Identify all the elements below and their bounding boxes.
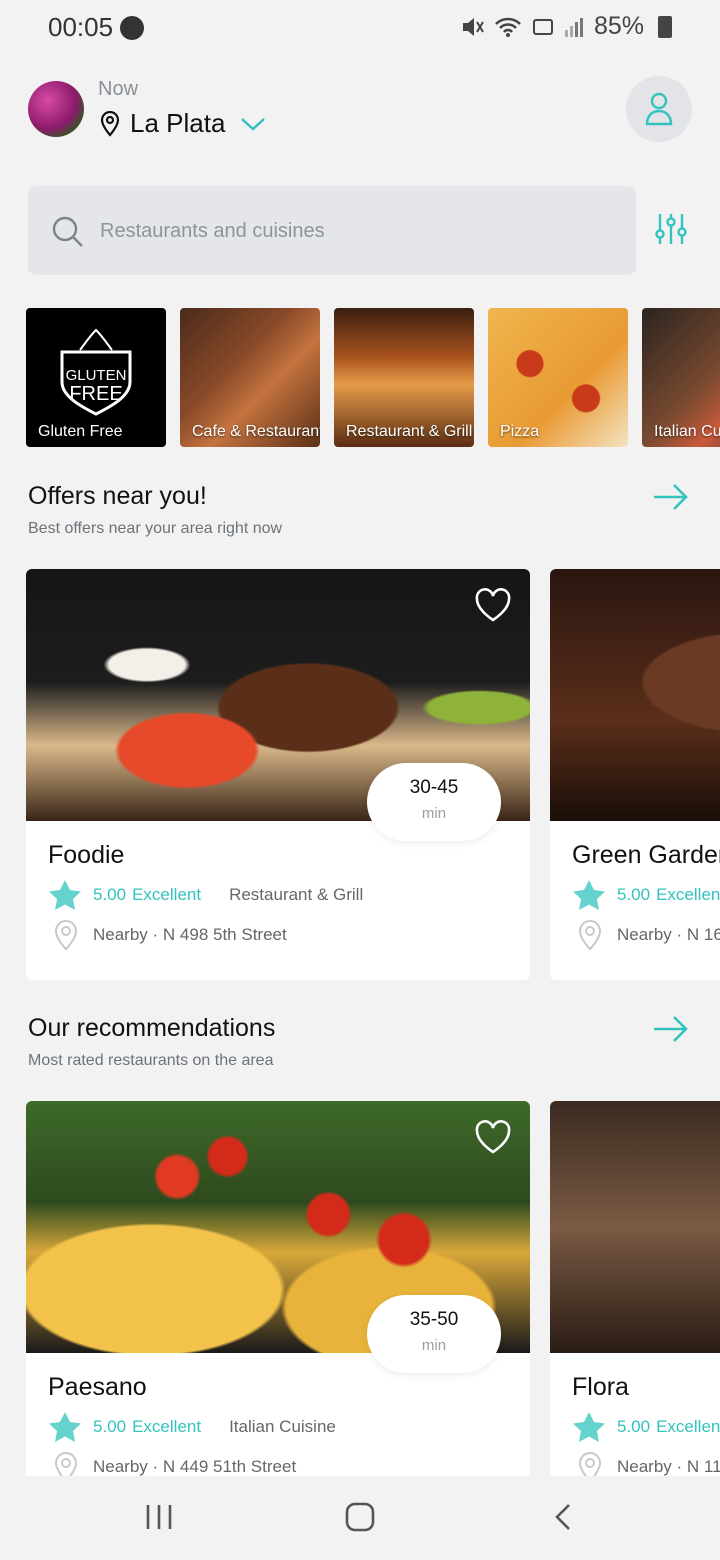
search-icon [52,216,83,247]
profile-button[interactable] [626,76,692,142]
search-input[interactable] [98,208,602,254]
back-icon[interactable] [552,1502,574,1532]
favorite-heart-icon[interactable] [474,1119,512,1155]
rating-value: 5.00 [617,885,651,904]
star-icon [49,880,81,910]
category-restaurant-grill[interactable]: Restaurant & Grill [334,308,474,447]
status-time: 00:05 [48,12,114,42]
rating-row: 5.00 Excellent Italian Cuisine [48,1411,336,1443]
recommendations-see-all-arrow-icon[interactable] [652,1014,690,1044]
category-carousel[interactable]: GLUTEN FREE Gluten Free Cafe & Restauran… [26,308,720,448]
cuisine-type: Italian Cuisine [229,1417,336,1436]
status-icons: 85% [460,12,672,41]
category-label: Cafe & Restaurant [192,423,320,440]
location-selector[interactable]: La Plata [100,108,267,139]
restaurant-name: Green Garden [572,841,720,869]
rating-row: 5.00 Excellent [572,1411,720,1443]
rating-value: 5.00 [93,1417,127,1436]
address-row: Nearby · N 498 5th Street [52,919,287,951]
status-bar: 00:05 85% [0,0,720,56]
restaurant-card[interactable]: Green Garden 5.00 Excellent Nearby · N 1… [550,569,720,980]
restaurant-image [550,1101,720,1353]
rating-label: Excellent [656,1417,720,1436]
mute-icon [462,17,484,36]
restaurant-card[interactable]: 35-50 min Paesano 5.00 Excellent Italian… [26,1101,530,1476]
location-pin-icon [578,1451,602,1476]
location-label: Now [98,78,139,100]
restaurant-address: Nearby · N 11 [617,1457,720,1476]
category-gluten-free[interactable]: GLUTEN FREE Gluten Free [26,308,166,447]
city-name: La Plata [130,108,226,138]
address-row: Nearby · N 16 [576,919,720,951]
delivery-time-pill: 35-50 min [367,1295,501,1373]
gluten-badge-line1: GLUTEN [66,367,127,384]
location-pin-icon [578,919,602,951]
filter-button[interactable] [648,206,694,252]
restaurant-image [550,569,720,821]
category-cafe-restaurant[interactable]: Cafe & Restaurant [180,308,320,447]
recommendations-subtitle: Most rated restaurants on the area [28,1052,274,1069]
restaurant-address: Nearby · N 498 5th Street [93,925,287,944]
restaurant-name: Paesano [48,1373,147,1401]
delivery-time-range: 30-45 [409,777,459,798]
category-italian-cuisine[interactable]: Italian Cuisine [642,308,720,447]
restaurant-name: Foodie [48,841,125,869]
rating-value: 5.00 [93,885,127,904]
category-pizza[interactable]: Pizza [488,308,628,447]
wifi-icon [495,17,521,37]
home-icon[interactable] [345,1502,375,1532]
location-pin-icon [100,110,120,137]
recent-apps-icon[interactable] [144,1502,174,1532]
offers-see-all-arrow-icon[interactable] [652,482,690,512]
rating-row: 5.00 Excellent Restaurant & Grill [48,879,363,911]
gluten-free-logo: GLUTEN FREE [60,328,132,416]
star-icon [573,1412,605,1442]
restaurant-card[interactable]: Flora 5.00 Excellent Nearby · N 11 [550,1101,720,1476]
rating-row: 5.00 Excellent [572,879,720,911]
user-icon [645,92,673,126]
category-label: Restaurant & Grill [346,423,473,440]
category-label: Italian Cuisine [654,423,720,440]
rating-label: Excellent [656,885,720,904]
offers-carousel[interactable]: 30-45 min Foodie 5.00 Excellent Restaura… [26,569,720,981]
offers-subtitle: Best offers near your area right now [28,520,283,537]
battery-percent: 85% [593,12,644,40]
category-label: Gluten Free [38,423,123,440]
favorite-heart-icon[interactable] [474,587,512,623]
address-row: Nearby · N 449 51th Street [52,1451,296,1476]
restaurant-address: Nearby · N 16 [617,925,720,944]
delivery-time-unit: min [421,805,447,822]
gluten-badge-line2: FREE [69,383,122,405]
rating-value: 5.00 [617,1417,651,1436]
rating-label: Excellent [132,1417,202,1436]
delivery-time-unit: min [421,1337,447,1354]
search-bar[interactable] [28,186,636,275]
location-pin-icon [54,919,78,951]
recommendations-title: Our recommendations [28,1014,276,1042]
filter-sliders-icon [655,214,687,244]
chevron-down-icon [241,117,266,131]
offers-title: Offers near you! [28,482,207,510]
cuisine-type: Restaurant & Grill [229,885,364,904]
address-row: Nearby · N 11 [576,1451,720,1476]
restaurant-card[interactable]: 30-45 min Foodie 5.00 Excellent Restaura… [26,569,530,980]
star-icon [573,880,605,910]
system-nav-bar [0,1476,720,1560]
delivery-time-pill: 30-45 min [367,763,501,841]
signal-icon [564,17,583,37]
recommendations-carousel[interactable]: 35-50 min Paesano 5.00 Excellent Italian… [26,1101,720,1476]
battery-icon [658,15,672,38]
star-icon [49,1412,81,1442]
avatar[interactable] [28,81,84,137]
lte-icon [532,18,553,35]
category-label: Pizza [500,423,540,440]
location-pin-icon [54,1451,78,1476]
restaurant-name: Flora [572,1373,629,1401]
delivery-time-range: 35-50 [409,1309,459,1330]
rating-label: Excellent [132,885,202,904]
notification-icon [120,16,144,40]
restaurant-address: Nearby · N 449 51th Street [93,1457,297,1476]
